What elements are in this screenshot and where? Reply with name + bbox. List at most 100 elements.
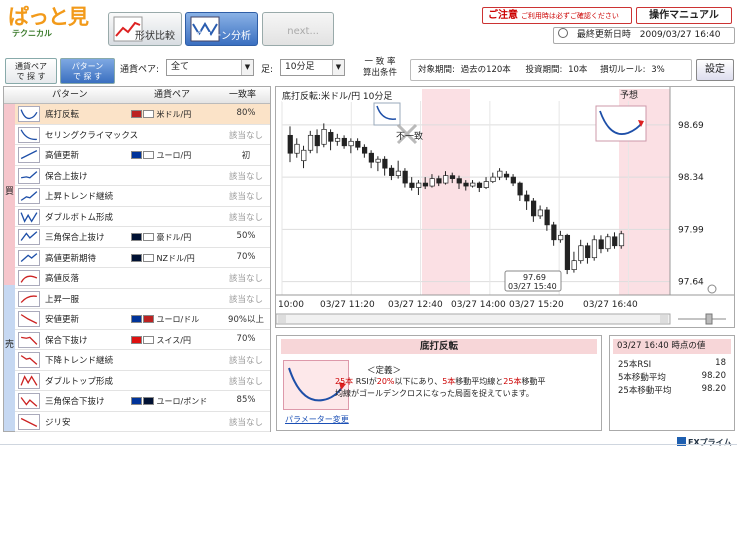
foot-select-value: 10分足 <box>285 62 315 72</box>
pattern-row[interactable]: 底打反転 米ドル/円 80% <box>15 104 270 125</box>
pattern-row[interactable]: ダブルボトム形成 該当なし <box>15 207 270 227</box>
pair-name: ユーロ/円 <box>156 151 192 160</box>
pattern-row[interactable]: ダブルトップ形成 該当なし <box>15 371 270 391</box>
pattern-name: 高値反落 <box>45 274 80 284</box>
pair-cell: ユーロ/円 <box>131 150 191 161</box>
pattern-row[interactable]: 安値更新 ユーロ/ドル 90%以上 <box>15 309 270 330</box>
pattern-row[interactable]: 上昇一服 該当なし <box>15 289 270 309</box>
pair-cell: スイス/円 <box>131 335 191 346</box>
pattern-row[interactable]: 上昇トレンド継続 該当なし <box>15 186 270 207</box>
candle-body <box>497 170 503 178</box>
pattern-row[interactable]: 高値更新 ユーロ/円 初 <box>15 145 270 166</box>
candle-body <box>524 194 530 202</box>
candle-body <box>571 260 577 270</box>
pattern-thumbnail-icon <box>18 147 40 163</box>
mismatch-thumbnail <box>373 102 401 126</box>
candle-body <box>321 129 327 145</box>
clock-icon <box>558 28 568 38</box>
pair-name: ユーロ/ドル <box>156 315 200 324</box>
pattern-thumbnail-icon <box>18 188 40 204</box>
settings-button[interactable]: 設定 <box>696 59 734 81</box>
pattern-thumbnail-icon <box>18 352 40 368</box>
pattern-thumbnail-icon <box>18 229 40 245</box>
flag-icon <box>143 253 154 262</box>
pattern-row[interactable]: 高値更新期待 NZドル/円 70% <box>15 248 270 268</box>
value-row: 25本移動平均 98.20 <box>618 384 730 396</box>
value-row: 5本移動平均 98.20 <box>618 371 730 383</box>
scroll-left-button <box>278 315 286 323</box>
pattern-name: 高値更新期待 <box>45 253 97 264</box>
match-rate: 該当なし <box>228 356 263 366</box>
manual-button[interactable]: 操作マニュアル <box>636 7 732 24</box>
search-pair-line2: で 探 す <box>16 72 46 81</box>
pattern-row[interactable]: 高値反落 該当なし <box>15 268 270 289</box>
match-line2: 算出条件 <box>362 68 397 78</box>
search-by-pair-button[interactable]: 通貨ペア で 探 す <box>5 58 57 84</box>
value-number: 18 <box>715 358 726 368</box>
candle-body <box>422 182 429 187</box>
pattern-list-panel: パターン 通貨ペア 一致率 買 売 底打反転 米ドル/円 80% セリングクライマッ… <box>3 86 271 432</box>
def-rsi-period: 25本 <box>335 377 354 386</box>
def-text-c: 移動平均線と <box>455 377 504 386</box>
pattern-name: 保合下抜け <box>45 335 88 346</box>
candle-body <box>395 170 402 176</box>
candle-body <box>564 234 571 270</box>
candle-body <box>402 170 408 184</box>
pattern-row[interactable]: 保合下抜け スイス/円 70% <box>15 330 270 350</box>
definition-heading: ＜定義＞ <box>367 366 402 376</box>
tab-pattern-analysis[interactable]: パターン分析 <box>185 12 258 46</box>
pattern-name: 安値更新 <box>45 315 80 325</box>
chart-svg: 98.69 98.34 97.99 97.64 10:00 03/27 11:20 03/2… <box>276 87 734 325</box>
col-pattern: パターン <box>52 90 88 100</box>
pair-name: NZドル/円 <box>156 253 195 263</box>
pattern-name: ダブルトップ形成 <box>45 376 114 387</box>
candle-body <box>503 173 510 178</box>
chart-title: 底打反転:米ドル/円 10分足 <box>282 89 393 102</box>
pattern-row[interactable]: 三角保合上抜け 豪ドル/円 50% <box>15 227 270 248</box>
candle-body <box>591 239 598 259</box>
values-title: 03/27 16:40 時点の値 <box>613 339 731 354</box>
parameter-change-link[interactable]: パラメーター変更 <box>285 414 349 425</box>
candle-body <box>294 143 300 154</box>
x-tick-label: 03/27 14:00 <box>451 300 506 310</box>
search-pattern-line2: で 探 す <box>72 72 103 81</box>
foot-select[interactable]: 10分足 ▼ <box>280 59 345 76</box>
candle-body <box>578 245 584 262</box>
pair-select[interactable]: 全て ▼ <box>166 59 254 76</box>
pattern-thumbnail-icon <box>18 372 40 389</box>
pattern-row[interactable]: ジリ安 該当なし <box>15 412 270 432</box>
pattern-thumbnail-icon <box>18 106 40 122</box>
pattern-row[interactable]: 三角保合下抜け ユーロ/ポンド 85% <box>15 391 270 412</box>
buy-side-band: 買 <box>4 104 15 285</box>
notice-button[interactable]: ご注意 ご利用時は必ずご確認ください <box>482 7 632 24</box>
footer-brand: FXプライム <box>677 437 731 448</box>
match-rate: 50% <box>236 231 256 241</box>
pattern-thumbnail-icon <box>18 311 40 327</box>
tab-shape-compare[interactable]: 形状比較 <box>108 12 182 46</box>
candle-body <box>389 167 395 176</box>
pair-cell: 豪ドル/円 <box>131 232 191 243</box>
tab-next[interactable]: next... <box>262 12 334 46</box>
notice-small: ご利用時は必ずご確認ください <box>520 12 619 20</box>
value-label: 25本移動平均 <box>618 386 672 396</box>
pattern-thumbnail-icon <box>18 413 40 430</box>
candle-body <box>443 175 449 184</box>
pattern-row[interactable]: セリングクライマックス 該当なし <box>15 125 270 145</box>
y-tick-label: 97.99 <box>678 225 704 235</box>
pattern-name: 下降トレンド継続 <box>45 356 114 366</box>
flag-icon <box>131 253 142 262</box>
search-by-pattern-button[interactable]: パターン で 探 す <box>60 58 115 84</box>
candle-body <box>341 137 347 147</box>
pattern-thumbnail-icon <box>18 126 40 143</box>
x-tick-label: 03/27 16:40 <box>583 300 638 310</box>
pattern-row[interactable]: 保合上抜け 該当なし <box>15 166 270 186</box>
candle-body <box>537 209 543 217</box>
candle-body <box>490 176 496 182</box>
pattern-row[interactable]: 下降トレンド継続 該当なし <box>15 350 270 371</box>
def-text-b: 以下にあり、 <box>394 377 443 386</box>
candle-body <box>510 176 516 184</box>
candle-body <box>517 182 523 196</box>
candle-body <box>605 236 611 250</box>
col-rate: 一致率 <box>229 90 257 100</box>
dropdown-arrow-icon: ▼ <box>241 60 253 75</box>
